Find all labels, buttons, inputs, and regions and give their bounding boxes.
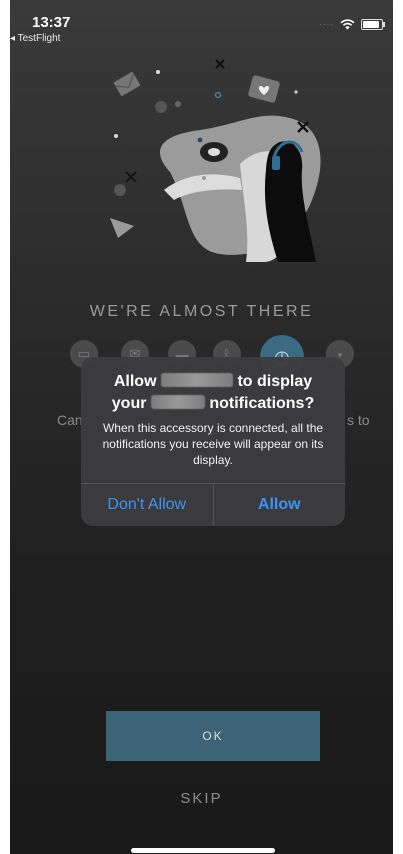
alert-buttons: Don't Allow Allow bbox=[81, 483, 345, 526]
dont-allow-button[interactable]: Don't Allow bbox=[81, 484, 213, 526]
permission-alert: Allow to display your notifications? Whe… bbox=[81, 357, 345, 526]
ok-button[interactable]: OK bbox=[106, 711, 320, 761]
alert-message: When this accessory is connected, all th… bbox=[102, 421, 324, 467]
redacted-device-name bbox=[150, 395, 205, 409]
skip-button[interactable]: SKIP bbox=[10, 790, 393, 807]
description-text-left: Can bbox=[57, 412, 83, 428]
onboarding-heading: WE'RE ALMOST THERE bbox=[89, 303, 314, 320]
allow-button[interactable]: Allow bbox=[212, 484, 346, 526]
description-text-right: s to bbox=[347, 412, 370, 428]
status-indicators: ···· bbox=[319, 19, 385, 30]
back-to-app-link[interactable]: ◂ TestFlight bbox=[10, 33, 60, 44]
wifi-icon bbox=[340, 19, 355, 30]
home-indicator[interactable] bbox=[131, 848, 275, 853]
clock: 13:37 bbox=[32, 14, 71, 31]
alert-title: Allow to display your notifications? bbox=[111, 373, 315, 412]
redacted-app-name bbox=[160, 373, 233, 387]
signal-icon: ···· bbox=[319, 20, 334, 29]
battery-icon bbox=[361, 19, 385, 30]
onboarding-illustration bbox=[110, 59, 321, 262]
app-screen: 13:37 ◂ TestFlight ···· WE'RE ALMOST THE… bbox=[10, 0, 393, 854]
